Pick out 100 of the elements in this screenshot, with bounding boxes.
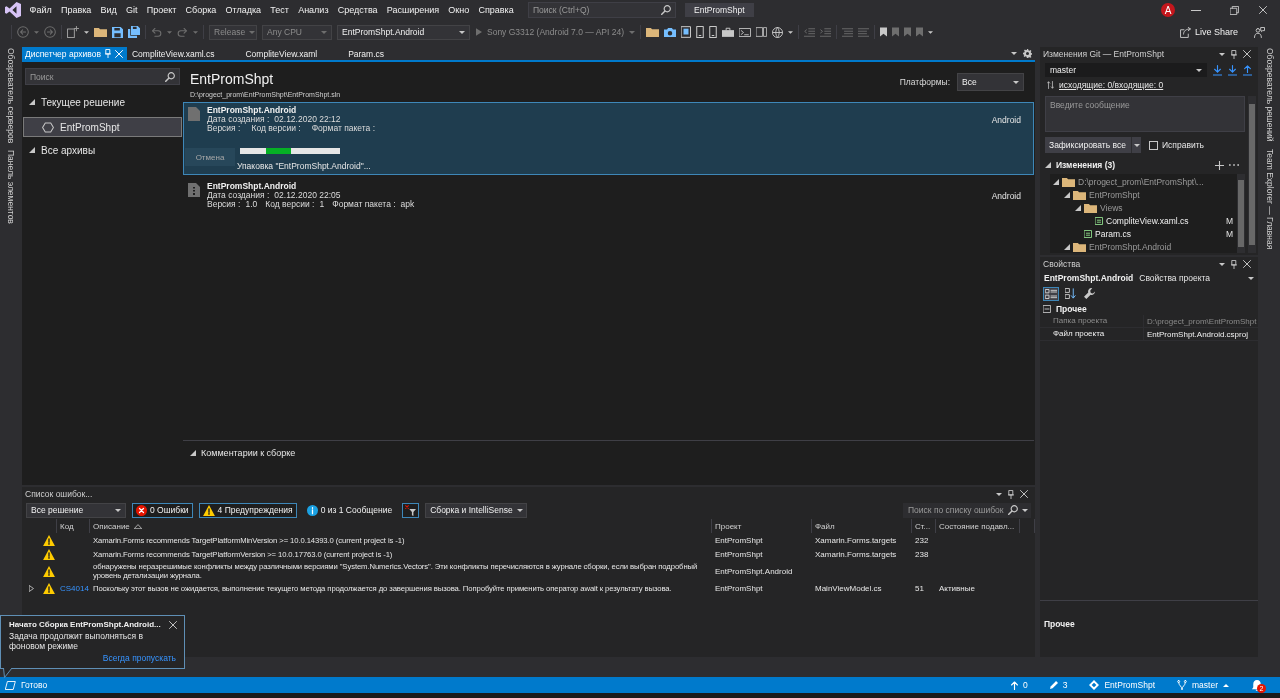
phone-icon[interactable] (709, 26, 718, 38)
tree-item[interactable]: Текущее решение (23, 94, 182, 110)
menu-item[interactable]: Справка (473, 2, 519, 18)
side-tab[interactable]: Обозреватель решений (1265, 48, 1275, 142)
column-header[interactable]: Файл (812, 519, 912, 533)
download-arrow-icon[interactable] (1213, 64, 1222, 76)
caret-icon[interactable] (1013, 80, 1019, 84)
collapse-box-icon[interactable] (1043, 304, 1051, 313)
phone-icon[interactable] (696, 26, 705, 38)
commit-options-button[interactable] (1131, 137, 1141, 153)
search-icon[interactable] (661, 5, 671, 15)
folder-icon[interactable] (646, 27, 660, 37)
menu-item[interactable]: Тест (265, 2, 294, 18)
caret-icon[interactable] (516, 508, 523, 512)
save-all-icon[interactable] (128, 26, 140, 38)
tree-item[interactable]: EntPromShpt (1089, 189, 1140, 200)
menu-item[interactable]: Сборка (180, 2, 221, 18)
filter-toggle-button[interactable]: 4 Предупреждения (198, 502, 297, 518)
expander-icon[interactable] (1053, 178, 1059, 185)
project-filter-button[interactable] (402, 502, 420, 518)
pin-icon[interactable] (1231, 49, 1237, 59)
tree-item[interactable]: Все архивы (23, 142, 182, 158)
property-name[interactable]: Файл проекта (1040, 328, 1144, 340)
close-icon[interactable] (168, 620, 177, 629)
property-name[interactable]: Папка проекта (1040, 315, 1144, 327)
column-header[interactable]: Описание (90, 519, 712, 533)
side-tab[interactable]: Обозреватель серверов (6, 48, 16, 144)
tree-item[interactable]: Param.cs (1095, 228, 1131, 239)
close-icon[interactable] (1020, 490, 1028, 498)
menu-item[interactable]: Файл (25, 2, 57, 18)
section-header[interactable]: Комментарии к сборке (201, 448, 296, 458)
wrench-icon[interactable] (1082, 286, 1097, 301)
branch-button[interactable]: master (1177, 680, 1229, 690)
caret-icon[interactable] (459, 30, 465, 34)
column-header[interactable]: Проект (712, 519, 812, 533)
caret-icon[interactable] (84, 30, 89, 34)
caret-icon[interactable] (788, 30, 794, 34)
checkbox[interactable] (1149, 140, 1158, 150)
sort-list-icon[interactable] (1063, 286, 1078, 301)
minimize-icon[interactable] (1191, 9, 1201, 11)
filter-toggle-button[interactable]: 0 Ошибки (132, 502, 193, 518)
toolbox-icon[interactable] (722, 27, 735, 37)
new-item-icon[interactable] (67, 26, 79, 38)
expander-icon[interactable] (1064, 243, 1070, 250)
always-skip-link[interactable]: Всегда пропускать (102, 653, 176, 663)
caret-icon[interactable] (996, 492, 1002, 496)
pin-icon[interactable] (1008, 489, 1014, 499)
feedback-icon[interactable] (1254, 26, 1265, 38)
scrollbar[interactable] (1237, 174, 1245, 253)
tree-item[interactable]: EntPromShpt (23, 117, 182, 137)
menu-item[interactable]: Окно (443, 2, 474, 18)
expander-icon[interactable] (1045, 162, 1051, 168)
settings-icon[interactable] (1023, 49, 1032, 58)
upload-arrow-icon[interactable] (1243, 64, 1252, 76)
camera-icon[interactable] (664, 27, 677, 37)
column-header[interactable]: Состояние подавл... (936, 519, 1020, 533)
category-header[interactable]: Прочее (1056, 303, 1087, 314)
search-field[interactable]: Поиск (25, 68, 180, 85)
account-avatar[interactable]: A (1161, 3, 1175, 17)
caret-icon[interactable] (115, 508, 121, 512)
menu-item[interactable]: Средства (333, 2, 383, 18)
startup-project-dropdown[interactable]: EntPromShpt.Android (337, 24, 470, 40)
download-arrow-icon[interactable] (1228, 64, 1237, 76)
live-share-button[interactable]: Live Share (1179, 26, 1238, 38)
cancel-button[interactable]: Отмена (185, 148, 235, 166)
pin-icon[interactable] (1231, 259, 1237, 269)
expander-icon[interactable] (29, 584, 34, 592)
search-icon[interactable] (165, 71, 175, 82)
source-dropdown[interactable]: Сборка и IntelliSense (425, 502, 528, 518)
scrollbar[interactable] (1248, 96, 1256, 253)
column-header[interactable]: Код (57, 519, 90, 533)
pending-changes-button[interactable]: 3 (1049, 680, 1068, 690)
expander-icon[interactable] (29, 147, 35, 153)
bookmark-icon[interactable] (880, 27, 888, 37)
menu-item[interactable]: Расширения (382, 2, 444, 18)
terminal-icon[interactable] (739, 27, 752, 37)
document-tab[interactable]: Param.cs (343, 47, 411, 60)
menu-item[interactable]: Отладка (220, 2, 266, 18)
menu-item[interactable]: Вид (95, 2, 122, 18)
commit-message-field[interactable]: Введите сообщение (1045, 96, 1245, 132)
tree-item[interactable]: D:\progect_prom\EntPromShpt\... (1078, 176, 1204, 187)
caret-icon[interactable] (1219, 262, 1225, 266)
expander-icon[interactable] (1064, 191, 1070, 198)
tree-item[interactable]: Views (1100, 202, 1123, 213)
caret-icon[interactable] (928, 30, 934, 34)
object-type[interactable]: Свойства проекта (1139, 273, 1211, 283)
repository-button[interactable]: EntPromShpt (1089, 680, 1155, 690)
error-code-link[interactable]: CS4014 (60, 583, 89, 593)
menu-item[interactable]: Проект (142, 2, 181, 18)
expander-icon[interactable] (1075, 204, 1081, 211)
document-tab[interactable]: CompliteView.xaml.cs (126, 47, 241, 60)
categorized-list-icon[interactable] (1043, 286, 1059, 301)
caret-icon[interactable] (1011, 52, 1017, 55)
menu-item[interactable]: Git (121, 2, 143, 18)
close-icon[interactable] (1243, 50, 1251, 58)
restore-icon[interactable] (1230, 5, 1239, 15)
logo-icon[interactable] (5, 2, 21, 18)
sync-status-link[interactable]: исходящие: 0/входящие: 0 (1059, 80, 1164, 90)
scrollbar-thumb[interactable] (1249, 104, 1255, 245)
expander-icon[interactable] (29, 99, 35, 105)
